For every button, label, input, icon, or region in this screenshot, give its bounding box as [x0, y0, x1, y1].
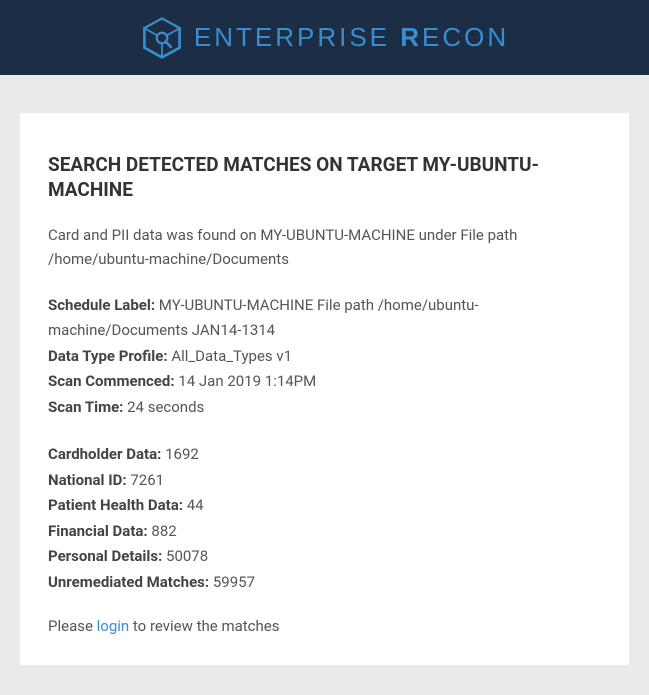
count-personal: Personal Details: 50078 — [48, 544, 601, 570]
count-unremediated-label: Unremediated Matches: — [48, 573, 209, 591]
count-national-value: 7261 — [127, 471, 164, 489]
brand-name-part2: Recon — [400, 22, 509, 52]
meta-profile-value: All_Data_Types v1 — [168, 347, 292, 365]
count-patient: Patient Health Data: 44 — [48, 493, 601, 519]
scan-meta-block: Schedule Label: MY-UBUNTU-MACHINE File p… — [48, 293, 601, 421]
count-financial-label: Financial Data: — [48, 522, 148, 540]
footer-after: to review the matches — [129, 617, 279, 635]
meta-time: Scan Time: 24 seconds — [48, 395, 601, 421]
count-financial-value: 882 — [148, 522, 177, 540]
content-area: SEARCH DETECTED MATCHES ON TARGET MY-UBU… — [0, 75, 649, 695]
meta-commenced-label: Scan Commenced: — [48, 372, 175, 390]
meta-profile-label: Data Type Profile: — [48, 347, 168, 365]
notification-card: SEARCH DETECTED MATCHES ON TARGET MY-UBU… — [20, 113, 629, 665]
login-link[interactable]: login — [97, 617, 130, 635]
meta-commenced-value: 14 Jan 2019 1:14PM — [175, 372, 317, 390]
count-cardholder-label: Cardholder Data: — [48, 445, 161, 463]
brand-name: Enterprise Recon — [194, 22, 509, 53]
meta-schedule: Schedule Label: MY-UBUNTU-MACHINE File p… — [48, 293, 601, 344]
meta-schedule-label: Schedule Label: — [48, 296, 155, 314]
count-personal-label: Personal Details: — [48, 547, 162, 565]
app-header: Enterprise Recon — [0, 0, 649, 75]
count-financial: Financial Data: 882 — [48, 519, 601, 545]
card-description: Card and PII data was found on MY-UBUNTU… — [48, 224, 601, 271]
count-cardholder: Cardholder Data: 1692 — [48, 442, 601, 468]
brand-logo: Enterprise Recon — [140, 16, 509, 60]
footer-before: Please — [48, 617, 97, 635]
card-title: SEARCH DETECTED MATCHES ON TARGET MY-UBU… — [48, 153, 601, 202]
meta-time-value: 24 seconds — [123, 398, 204, 416]
meta-profile: Data Type Profile: All_Data_Types v1 — [48, 344, 601, 370]
meta-commenced: Scan Commenced: 14 Jan 2019 1:14PM — [48, 369, 601, 395]
count-unremediated: Unremediated Matches: 59957 — [48, 570, 601, 596]
count-patient-value: 44 — [183, 496, 204, 514]
count-cardholder-value: 1692 — [161, 445, 198, 463]
count-personal-value: 50078 — [162, 547, 208, 565]
count-unremediated-value: 59957 — [209, 573, 255, 591]
count-national-label: National ID: — [48, 471, 127, 489]
footer-line: Please login to review the matches — [48, 617, 601, 635]
meta-time-label: Scan Time: — [48, 398, 123, 416]
match-counts-block: Cardholder Data: 1692 National ID: 7261 … — [48, 442, 601, 595]
count-patient-label: Patient Health Data: — [48, 496, 183, 514]
hex-logo-icon — [140, 16, 184, 60]
brand-name-part1: Enterprise — [194, 22, 400, 52]
count-national: National ID: 7261 — [48, 468, 601, 494]
